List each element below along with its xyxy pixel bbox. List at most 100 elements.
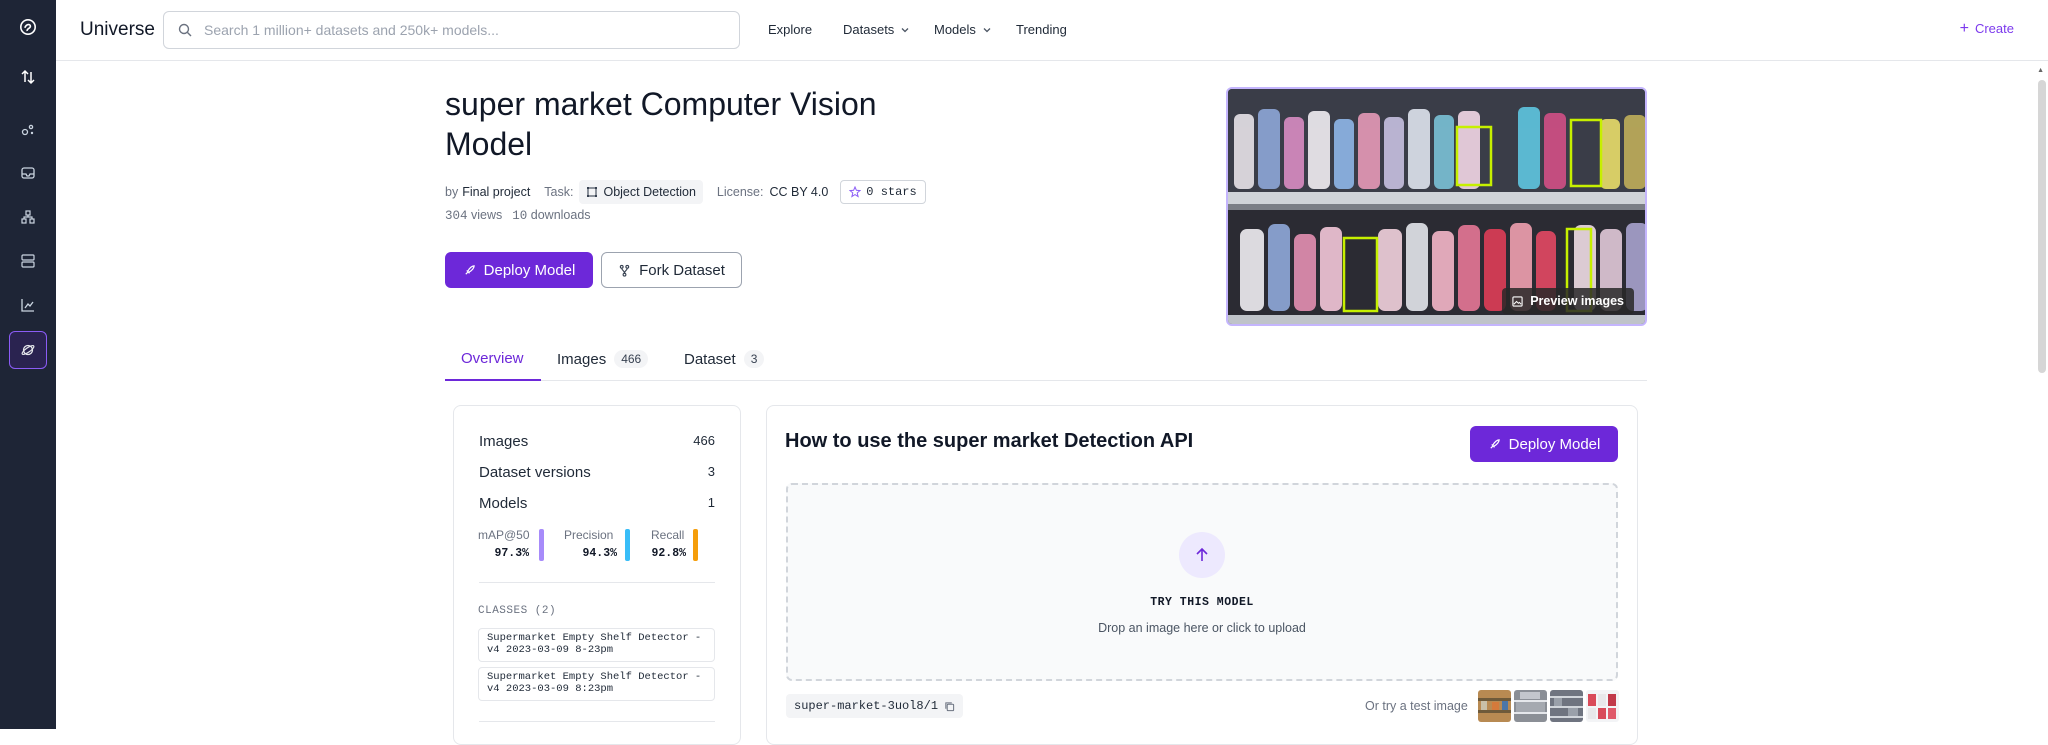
metric-map50: mAP@50 97.3% [478, 528, 530, 560]
page-title: super market Computer Vision Model [445, 86, 877, 162]
scroll-up-arrow-icon[interactable]: ▲ [2037, 67, 2044, 74]
metric-precision-label: Precision [564, 528, 614, 542]
metric-recall-label: Recall [651, 528, 685, 542]
preview-images-button[interactable]: Preview images [1502, 288, 1634, 314]
test-image-thumb[interactable] [1478, 690, 1511, 722]
nav-trending-label: Trending [1016, 22, 1067, 37]
model-meta: by Final project Task: Object Detection … [445, 180, 926, 204]
chevron-down-icon [901, 27, 909, 32]
nav-datasets[interactable]: Datasets [843, 22, 910, 37]
summary-images-row[interactable]: Images 466 [479, 433, 715, 450]
summary-versions-value: 3 [707, 464, 715, 479]
dataset-preview-image[interactable]: Preview images [1226, 87, 1647, 326]
dropzone-title: TRY THIS MODEL [1150, 596, 1254, 609]
image-icon [1512, 295, 1523, 307]
api-heading: How to use the super market Detection AP… [785, 430, 1194, 452]
nav-models[interactable]: Models [934, 22, 992, 37]
tab-dataset-count: 3 [743, 350, 765, 368]
fork-icon [619, 264, 630, 277]
metric-recall-value: 92.8% [651, 547, 686, 560]
deploy-model-button-secondary[interactable]: Deploy Model [1470, 426, 1618, 462]
page-scrollbar[interactable] [2038, 80, 2046, 373]
tab-images[interactable]: Images 466 [541, 337, 664, 381]
tab-overview-label: Overview [461, 349, 524, 367]
test-image-thumb[interactable] [1514, 690, 1547, 722]
deploy-model-secondary-label: Deploy Model [1508, 435, 1601, 453]
search-icon [178, 23, 192, 37]
summary-models-row[interactable]: Models 1 [479, 495, 715, 512]
task-value: Object Detection [603, 185, 696, 199]
preview-images-label: Preview images [1530, 294, 1624, 308]
test-image-thumb[interactable] [1550, 690, 1583, 722]
license-label: License: [716, 185, 764, 199]
fork-dataset-button[interactable]: Fork Dataset [601, 252, 742, 288]
model-id-copy[interactable]: super-market-3uol8/1 [786, 694, 964, 718]
class-item[interactable]: Supermarket Empty Shelf Detector - v4 20… [478, 628, 715, 662]
metric-precision-value: 94.3% [582, 547, 617, 560]
rocket-icon [464, 264, 475, 275]
search-box[interactable] [163, 11, 740, 49]
summary-images-label: Images [479, 433, 529, 450]
upload-download-icon[interactable] [10, 59, 46, 95]
views-label: views [471, 208, 503, 222]
try-test-label: Or try a test image [1365, 699, 1468, 713]
stars-button[interactable]: 0 stars [840, 180, 926, 204]
server-icon[interactable] [10, 243, 46, 279]
metric-map50-value: 97.3% [494, 547, 529, 560]
test-image-thumb[interactable] [1586, 690, 1619, 722]
chevron-down-icon [983, 27, 991, 32]
tab-bar: Overview Images 466 Dataset 3 [445, 337, 1647, 381]
image-dropzone[interactable]: TRY THIS MODEL Drop an image here or cli… [786, 483, 1618, 681]
rocket-icon [1489, 438, 1500, 449]
upload-icon [1179, 532, 1225, 578]
metric-map50-label: mAP@50 [478, 528, 530, 542]
divider [479, 721, 715, 722]
by-label: by [445, 185, 459, 199]
create-label: Create [1974, 21, 2014, 36]
dropzone-subtitle: Drop an image here or click to upload [1098, 621, 1306, 635]
nav-explore-label: Explore [768, 22, 813, 37]
task-label: Task: [544, 185, 574, 199]
summary-models-value: 1 [707, 495, 715, 510]
tab-dataset[interactable]: Dataset 3 [668, 337, 780, 381]
copy-icon [945, 701, 955, 711]
model-id-text: super-market-3uol8/1 [794, 699, 939, 713]
top-bar: Universe Explore Datasets Models Trendin… [56, 0, 2048, 61]
divider [479, 582, 715, 583]
metric-map50-bar [539, 529, 544, 561]
task-chip[interactable]: Object Detection [579, 180, 703, 204]
deploy-model-label: Deploy Model [483, 261, 576, 279]
metric-recall-bar [693, 529, 698, 561]
left-rail [0, 0, 56, 729]
nav-datasets-label: Datasets [843, 22, 895, 37]
search-input[interactable] [204, 22, 724, 38]
inbox-icon[interactable] [10, 155, 46, 191]
license-value[interactable]: CC BY 4.0 [769, 185, 828, 199]
nav-models-label: Models [934, 22, 976, 37]
universe-icon[interactable] [9, 331, 47, 369]
tab-images-count: 466 [614, 350, 649, 368]
tab-dataset-label: Dataset [684, 350, 736, 368]
workflow-icon[interactable] [10, 199, 46, 235]
fork-dataset-label: Fork Dataset [639, 261, 725, 279]
sparkles-icon[interactable] [10, 111, 46, 147]
create-button[interactable]: + Create [1959, 20, 2014, 37]
summary-versions-label: Dataset versions [479, 464, 591, 481]
analytics-icon[interactable] [10, 287, 46, 323]
author-link[interactable]: Final project [462, 185, 530, 199]
plus-icon: + [1959, 20, 1969, 37]
logo-icon[interactable] [10, 9, 46, 45]
class-item[interactable]: Supermarket Empty Shelf Detector - v4 20… [478, 667, 715, 701]
deploy-model-button[interactable]: Deploy Model [445, 252, 593, 288]
nav-trending[interactable]: Trending [1016, 22, 1067, 37]
star-icon [849, 186, 862, 198]
stars-count: 0 stars [866, 185, 917, 199]
summary-versions-row[interactable]: Dataset versions 3 [479, 464, 715, 481]
brand-title[interactable]: Universe [80, 19, 155, 41]
views-count: 304 [445, 209, 468, 223]
tab-overview[interactable]: Overview [445, 337, 541, 381]
summary-models-label: Models [479, 495, 528, 512]
downloads-count: 10 [512, 209, 528, 223]
tab-images-label: Images [557, 350, 607, 368]
nav-explore[interactable]: Explore [768, 22, 812, 37]
